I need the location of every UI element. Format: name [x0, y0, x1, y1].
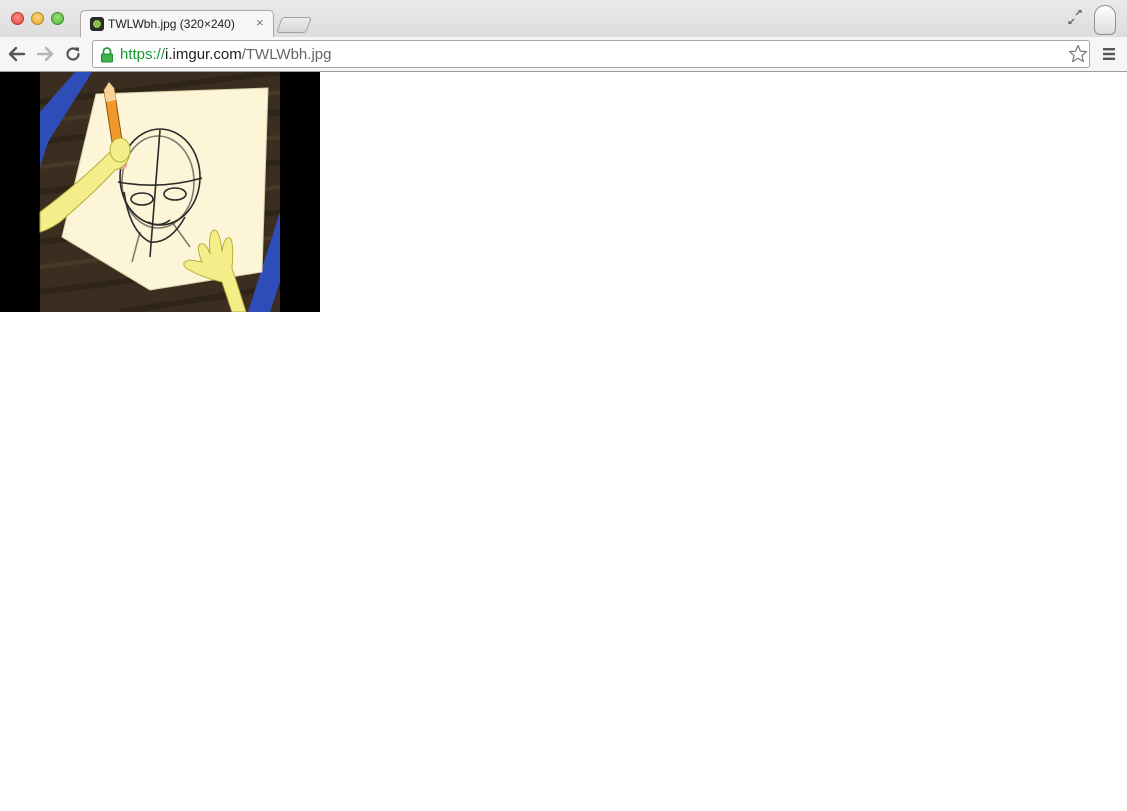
imgur-favicon-icon — [90, 17, 104, 31]
zoom-window-button[interactable] — [51, 12, 64, 25]
minimize-window-button[interactable] — [31, 12, 44, 25]
fullscreen-icon[interactable] — [1067, 9, 1083, 25]
page-content — [0, 72, 1127, 811]
reload-icon[interactable] — [62, 43, 84, 65]
address-bar[interactable]: https://i.imgur.com/TWLWbh.jpg — [92, 40, 1090, 68]
tab-title: TWLWbh.jpg (320×240) — [108, 17, 235, 31]
profile-avatar-icon[interactable] — [1094, 5, 1116, 35]
close-window-button[interactable] — [11, 12, 24, 25]
new-tab-button[interactable] — [276, 17, 312, 33]
tab-close-icon[interactable]: × — [256, 16, 264, 30]
lock-icon — [100, 46, 114, 63]
url-path: /TWLWbh.jpg — [241, 46, 332, 63]
forward-icon[interactable] — [34, 43, 56, 65]
url-text[interactable]: https://i.imgur.com/TWLWbh.jpg — [120, 46, 331, 63]
cartoon-drawing-image — [0, 72, 320, 312]
menu-icon[interactable] — [1100, 45, 1118, 63]
tab-active[interactable]: TWLWbh.jpg (320×240) × — [80, 10, 274, 37]
star-icon[interactable] — [1068, 44, 1088, 64]
displayed-image — [0, 72, 320, 312]
url-scheme: https:// — [120, 46, 166, 63]
back-icon[interactable] — [6, 43, 28, 65]
url-host: i.imgur.com — [165, 46, 242, 63]
